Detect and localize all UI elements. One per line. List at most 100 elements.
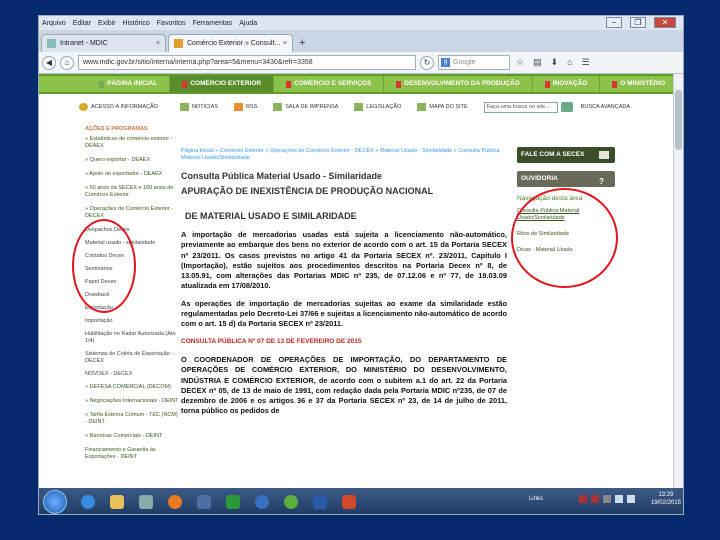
back-icon[interactable]: ◀ [42,55,56,70]
tab-intranet-title: Intranet - MDIC [60,40,108,47]
reload-icon[interactable]: ↻ [420,55,434,70]
tab-comercio-title: Comércio Exterior » Consult... [187,40,281,47]
menu-icon[interactable]: ☰ [582,57,590,68]
tab-close-icon[interactable]: × [156,40,160,47]
firefox-icon[interactable] [162,491,188,513]
headline-2: DE MATERIAL USADO E SIMILARIDADE [185,211,357,221]
left-nav-item[interactable]: » Barreiras Comerciais - DEINT [77,433,181,440]
menu-ajuda[interactable]: Ajuda [239,20,257,27]
links-toolbar[interactable]: Links [529,496,543,502]
nav-desenvolvimento[interactable]: DESENVOLVIMENTO DA PRODUÇÃO [384,76,533,92]
page-title: Consulta Pública Material Usado - Simila… [181,171,383,181]
clock[interactable]: 13:29 19/02/2015 [651,491,681,507]
site-sub-nav: ACESSO À INFORMAÇÃO NOTÍCIAS RSS SALA DE… [79,100,683,114]
nav-ministerio[interactable]: O MINISTÉRIO [600,76,679,92]
advanced-search-link[interactable]: BUSCA AVANÇADA [581,104,630,110]
system-tray: Links 13:29 19/02/2015 [529,491,681,507]
left-nav-subitem[interactable]: NOVOEX - DECEX [77,371,181,378]
left-nav-item[interactable]: » 50 anos da SECEX e 100 anos de Comérci… [77,185,181,199]
volume-icon[interactable] [626,495,635,503]
left-nav-item[interactable]: » Tarifa Externa Comum - TEC (NCM) - DEI… [77,412,181,426]
tray-icons [578,495,639,503]
ie-icon[interactable] [75,491,101,513]
nav-comercio-exterior[interactable]: COMÉRCIO EXTERIOR [170,76,275,92]
menu-historico[interactable]: Histórico [123,20,150,27]
powerpoint-icon[interactable] [336,491,362,513]
search-placeholder: Google [453,59,476,66]
app-icon[interactable] [191,491,217,513]
search-input[interactable]: g Google [438,55,510,70]
left-nav-item[interactable]: » Estatísticas de comércio exterior - DE… [77,136,181,150]
tab-close-icon[interactable]: × [283,40,287,47]
new-tab-button[interactable]: + [299,37,305,49]
media-icon[interactable] [133,491,159,513]
menu-favoritos[interactable]: Favoritos [157,20,186,27]
screenshot-frame: Arquivo Editar Exibir Histórico Favorito… [38,15,684,515]
green-app-icon[interactable] [278,491,304,513]
bookmark-star-icon[interactable]: ☆ [516,57,524,68]
subnav-noticias[interactable]: NOTÍCIAS [179,103,218,111]
word-icon[interactable] [307,491,333,513]
tab-bar: Intranet - MDIC × Comércio Exterior » Co… [39,30,683,52]
nav-comercio-servicos[interactable]: COMÉRCIO E SERVIÇOS [274,76,385,92]
globe-icon[interactable] [249,491,275,513]
bookmarks-icon[interactable]: ▤ [533,57,542,68]
paragraph-1: A importação de mercadorias usadas está … [181,230,507,291]
paragraph-3: O COORDENADOR DE OPERAÇÕES DE IMPORTAÇÃO… [181,354,507,416]
address-bar[interactable]: www.mdic.gov.br/sitio/interna/interna.ph… [78,55,416,70]
windows-taskbar: Links 13:29 19/02/2015 [39,488,683,514]
minimize-button[interactable]: − [606,17,622,28]
tray-app-icon[interactable] [602,495,611,503]
site-search-input[interactable]: Faça uma busca no site... [483,101,558,113]
left-navigation: AÇÕES E PROGRAMAS » Estatísticas de comé… [77,122,181,506]
annotation-circle-left [72,219,136,313]
network-icon[interactable] [614,495,623,503]
search-go-button[interactable] [560,102,573,112]
left-nav-subitem[interactable]: Habilitação no Radar Autorizada (Ato 1/4… [77,331,181,345]
ouvidoria-button[interactable]: OUVIDORIA? [517,171,615,187]
nav-pagina-inicial[interactable]: PÁGINA INICIAL [87,76,171,92]
menu-editar[interactable]: Editar [73,20,91,27]
tray-app-icon[interactable] [578,495,587,503]
nav-inovacao[interactable]: INOVAÇÃO [533,76,601,92]
clock-time: 13:29 [658,492,674,498]
left-nav-item[interactable]: » Apoio ao exportador - DEAEX [77,171,181,178]
subnav-sala-imprensa[interactable]: SALA DE IMPRENSA [273,103,338,111]
restore-button[interactable]: ❐ [630,17,646,28]
browser-menubar: Arquivo Editar Exibir Histórico Favorito… [39,16,683,30]
left-nav-item[interactable]: » Negociações Internacionais - DEINT [77,398,181,405]
left-nav-subitem[interactable]: Importação [77,318,181,325]
subnav-mapa-site[interactable]: MAPA DO SITE [417,103,468,111]
subnav-rss[interactable]: RSS [233,103,257,111]
left-nav-subitem[interactable]: Sistemas de Coleta de Exportação - DECEX [77,351,181,365]
download-icon[interactable]: ⬇ [551,57,559,68]
vertical-scrollbar[interactable] [673,74,683,488]
left-nav-item[interactable]: Financiamento e Garantia às Exportações … [77,447,181,461]
headline-1: APURAÇÃO DE INEXISTÊNCIA DE PRODUÇÃO NAC… [181,186,434,196]
brazil-flag-icon[interactable] [220,491,246,513]
fale-com-secex-button[interactable]: FALE COM A SECEX [517,147,615,163]
left-nav-header: AÇÕES E PROGRAMAS [85,126,148,132]
start-button[interactable] [43,490,67,514]
tab-comercio-exterior[interactable]: Comércio Exterior » Consult... × [168,34,293,52]
menu-exibir[interactable]: Exibir [98,20,116,27]
tray-app-icon[interactable] [590,495,599,503]
breadcrumb[interactable]: Página Inicial » Comércio Exterior » Ope… [181,148,513,162]
toolbar-icons: ☆ ▤ ⬇ ⌂ ☰ [516,57,599,68]
home-icon[interactable]: ⌂ [60,55,74,70]
left-nav-item[interactable]: » Quero exportar - DEAEX [77,157,181,164]
accessibility-link[interactable]: ACESSO À INFORMAÇÃO [79,103,158,111]
left-nav-item[interactable]: » Operações de Comércio Exterior - DECEX [77,206,181,220]
menu-arquivo[interactable]: Arquivo [42,20,66,27]
subnav-legislacao[interactable]: LEGISLAÇÃO [354,103,401,111]
close-button[interactable]: ✕ [654,17,676,28]
explorer-icon[interactable] [104,491,130,513]
mail-icon [599,151,609,159]
clock-date: 19/02/2015 [650,500,681,506]
left-nav-item[interactable]: » DEFESA COMERCIAL (DECOM) [77,384,181,391]
navigation-bar: ◀ ⌂ www.mdic.gov.br/sitio/interna/intern… [39,52,683,74]
home-toolbar-icon[interactable]: ⌂ [567,57,572,68]
paragraph-2: As operações de importação de mercadoria… [181,298,507,329]
menu-ferramentas[interactable]: Ferramentas [193,20,233,27]
tab-intranet[interactable]: Intranet - MDIC × [41,34,166,52]
